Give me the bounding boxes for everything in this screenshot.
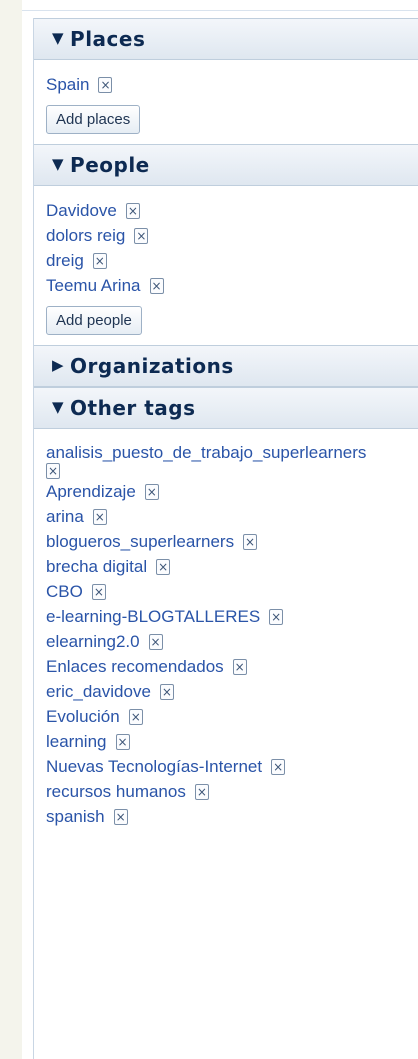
tag-item: analisis_puesto_de_trabajo_superlearners…	[46, 441, 418, 479]
tag-label: dreig	[46, 251, 84, 270]
close-box-icon[interactable]: ×	[156, 558, 171, 575]
close-box-icon[interactable]: ×	[125, 202, 140, 219]
places-section-header[interactable]: ▼ Places	[34, 18, 418, 60]
close-box-icon[interactable]: ×	[271, 758, 286, 775]
close-box-icon[interactable]: ×	[144, 483, 159, 500]
close-box-icon[interactable]: ×	[128, 708, 143, 725]
tag-label: learning	[46, 732, 107, 751]
tag-item: elearning2.0 ×	[46, 629, 418, 654]
tag-label: recursos humanos	[46, 782, 186, 801]
tag-item: Evolución ×	[46, 704, 418, 729]
close-box-icon[interactable]: ×	[232, 658, 247, 675]
tag-item: arina ×	[46, 504, 418, 529]
close-box-icon[interactable]: ×	[269, 608, 284, 625]
close-box-icon[interactable]: ×	[148, 633, 163, 650]
close-box-icon[interactable]: ×	[159, 683, 174, 700]
tag-item: Enlaces recomendados ×	[46, 654, 418, 679]
tag-label: eric_davidove	[46, 682, 151, 701]
tag-label: analisis_puesto_de_trabajo_superlearners	[46, 443, 367, 462]
close-box-icon[interactable]: ×	[92, 252, 107, 269]
close-box-icon[interactable]: ×	[113, 808, 128, 825]
close-box-icon[interactable]: ×	[91, 583, 106, 600]
left-margin-strip	[0, 0, 22, 1059]
tag-item: dreig ×	[46, 248, 418, 273]
close-box-icon[interactable]: ×	[98, 76, 113, 93]
tag-label: Evolución	[46, 707, 120, 726]
people-section-body: Davidove × dolors reig × dreig × Teemu A…	[34, 186, 418, 345]
close-box-icon[interactable]: ×	[92, 508, 107, 525]
tag-item: brecha digital ×	[46, 554, 418, 579]
close-box-icon[interactable]: ×	[134, 227, 149, 244]
tag-label: Aprendizaje	[46, 482, 136, 501]
tag-label: Davidove	[46, 201, 117, 220]
tag-label: arina	[46, 507, 84, 526]
tag-label: blogueros_superlearners	[46, 532, 235, 551]
tag-label: brecha digital	[46, 557, 148, 576]
organizations-section-header[interactable]: ▶ Organizations	[34, 345, 418, 387]
add-people-button[interactable]: Add people	[46, 306, 142, 335]
tag-item: Aprendizaje ×	[46, 479, 418, 504]
tag-label: CBO	[46, 582, 83, 601]
tag-label: Teemu Arina	[46, 276, 141, 295]
tag-item: eric_davidove ×	[46, 679, 418, 704]
places-section-body: Spain × Add places	[34, 60, 418, 144]
top-divider	[22, 0, 418, 11]
triangle-down-icon: ▼	[52, 398, 65, 416]
tag-label: e-learning-BLOGTALLERES	[46, 607, 261, 626]
close-box-icon[interactable]: ×	[243, 533, 258, 550]
tag-item: e-learning-BLOGTALLERES ×	[46, 604, 418, 629]
tag-label: Spain	[46, 75, 90, 94]
close-box-icon[interactable]: ×	[149, 277, 164, 294]
close-box-icon[interactable]: ×	[46, 463, 60, 479]
places-title: Places	[70, 27, 146, 51]
tags-panel: ▼ Places Spain × Add places ▼ People Dav…	[33, 18, 418, 1059]
tag-item: Davidove ×	[46, 198, 418, 223]
triangle-down-icon: ▼	[52, 155, 65, 173]
close-box-icon[interactable]: ×	[115, 733, 130, 750]
other-tags-section-header[interactable]: ▼ Other tags	[34, 387, 418, 429]
tag-item: recursos humanos ×	[46, 779, 418, 804]
organizations-title: Organizations	[70, 354, 234, 378]
tag-item: blogueros_superlearners ×	[46, 529, 418, 554]
people-section-header[interactable]: ▼ People	[34, 144, 418, 186]
close-box-icon[interactable]: ×	[194, 783, 209, 800]
tag-label: Enlaces recomendados	[46, 657, 224, 676]
other-tags-section-body: analisis_puesto_de_trabajo_superlearners…	[34, 429, 418, 839]
other-tags-title: Other tags	[70, 396, 196, 420]
people-title: People	[70, 153, 150, 177]
tag-label: elearning2.0	[46, 632, 140, 651]
add-places-button[interactable]: Add places	[46, 105, 141, 134]
triangle-down-icon: ▼	[52, 29, 65, 47]
tag-label: spanish	[46, 807, 105, 826]
triangle-right-icon: ▶	[52, 356, 65, 374]
tag-item: CBO ×	[46, 579, 418, 604]
tag-label: dolors reig	[46, 226, 126, 245]
tag-item: spanish ×	[46, 804, 418, 829]
tag-label: Nuevas Tecnologías-Internet	[46, 757, 263, 776]
tag-item: learning ×	[46, 729, 418, 754]
tag-item: dolors reig ×	[46, 223, 418, 248]
tag-item: Spain ×	[46, 72, 418, 97]
tag-item: Teemu Arina ×	[46, 273, 418, 298]
tag-item: Nuevas Tecnologías-Internet ×	[46, 754, 418, 779]
